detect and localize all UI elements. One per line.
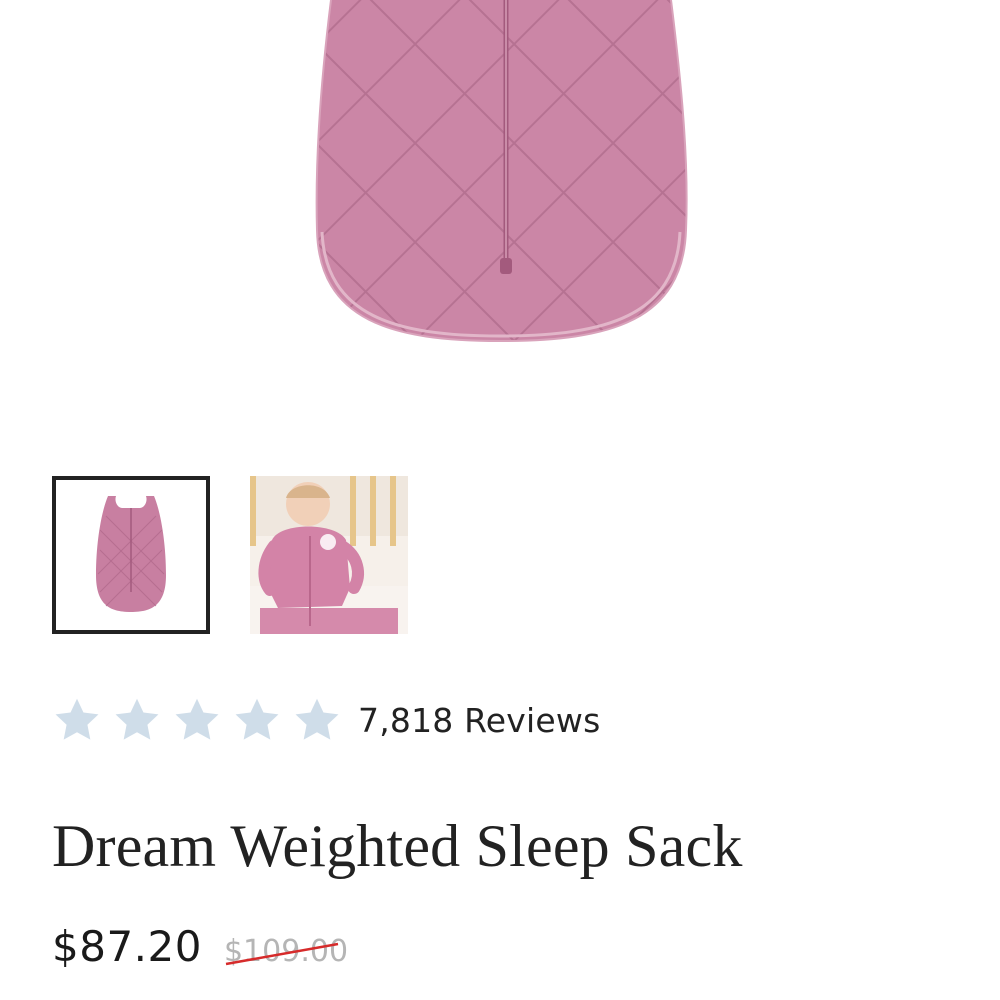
thumbnail-image (250, 476, 408, 634)
strikethrough-line (225, 942, 339, 966)
star-icon (292, 695, 342, 745)
price-row: $87.20 $109.00 (52, 922, 348, 971)
thumbnail-image (56, 480, 206, 630)
star-icon (232, 695, 282, 745)
thumbnail-sleep-sack-flat[interactable] (52, 476, 210, 634)
star-icon (52, 695, 102, 745)
star-icon (112, 695, 162, 745)
sleep-sack-illustration (315, 0, 688, 343)
star-icon (172, 695, 222, 745)
product-rating[interactable]: 7,818 Reviews (52, 694, 601, 746)
product-main-image[interactable] (0, 0, 1000, 440)
sale-price: $87.20 (52, 922, 202, 971)
reviews-link[interactable]: 7,818 Reviews (358, 701, 601, 740)
thumbnail-baby-wearing-sleep-sack[interactable] (250, 476, 408, 634)
product-title: Dream Weighted Sleep Sack (52, 813, 743, 879)
compare-at-price: $109.00 (224, 934, 348, 969)
